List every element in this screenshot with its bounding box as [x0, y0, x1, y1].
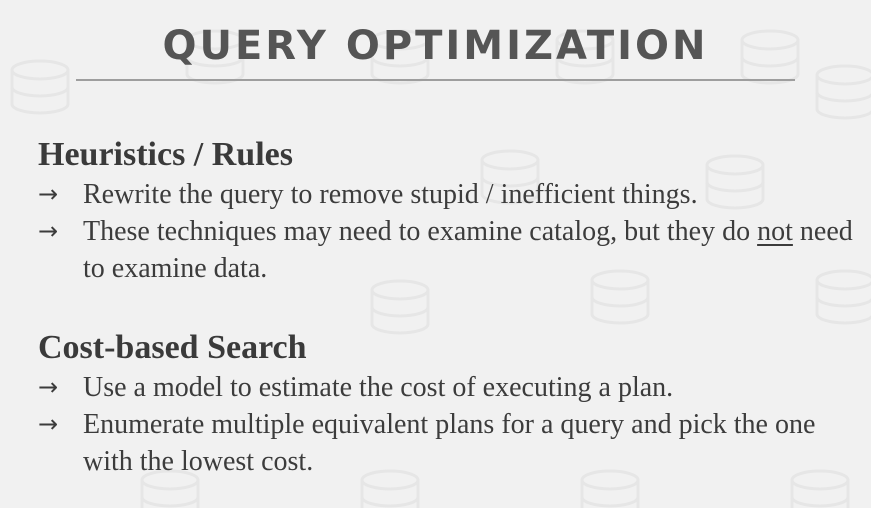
- bullet-text: Use a model to estimate the cost of exec…: [83, 372, 674, 403]
- bullet-list: → Use a model to estimate the cost of ex…: [38, 369, 858, 480]
- bullet-text: Enumerate multiple equivalent plans for …: [83, 409, 816, 477]
- section-heading: Cost-based Search: [38, 329, 307, 366]
- title-divider: [76, 79, 795, 81]
- section-cost-based: Cost-based Search → Use a model to estim…: [38, 327, 858, 480]
- arrow-bullet-icon: →: [38, 410, 59, 438]
- bullet-item: → Enumerate multiple equivalent plans fo…: [38, 406, 858, 480]
- section-heuristics: Heuristics / Rules → Rewrite the query t…: [38, 134, 858, 287]
- arrow-bullet-icon: →: [38, 180, 59, 208]
- bullet-text: Rewrite the query to remove stupid / ine…: [83, 179, 698, 210]
- slide: QUERY OPTIMIZATION Heuristics / Rules → …: [0, 0, 871, 508]
- bullet-text: These techniques may need to examine cat…: [83, 216, 758, 247]
- bullet-item: → Use a model to estimate the cost of ex…: [38, 369, 858, 406]
- bullet-list: → Rewrite the query to remove stupid / i…: [38, 176, 858, 287]
- slide-title: QUERY OPTIMIZATION: [162, 23, 709, 69]
- section-heading: Heuristics / Rules: [38, 136, 293, 173]
- bullet-item: → Rewrite the query to remove stupid / i…: [38, 176, 858, 213]
- arrow-bullet-icon: →: [38, 373, 59, 401]
- bullet-item: → These techniques may need to examine c…: [38, 213, 858, 287]
- emphasis-text: not: [757, 216, 793, 247]
- arrow-bullet-icon: →: [38, 217, 59, 245]
